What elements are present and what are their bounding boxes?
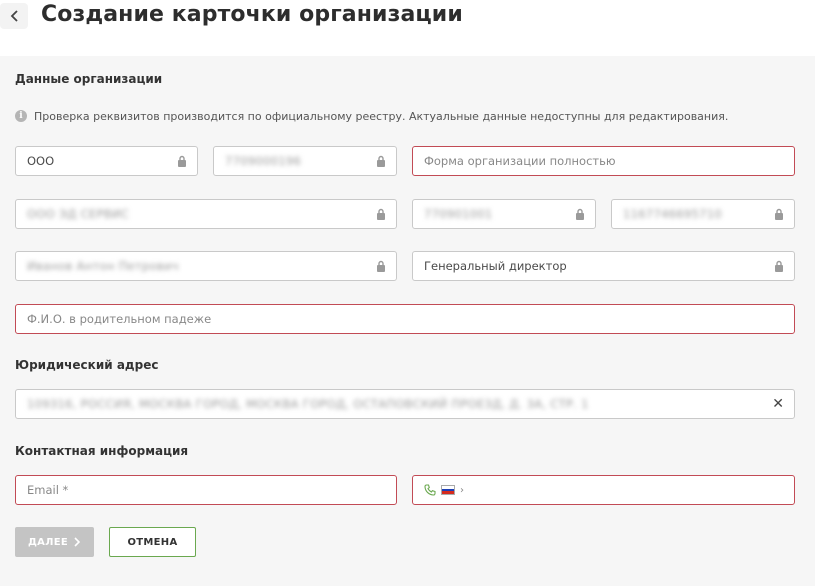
info-icon: i — [15, 110, 27, 122]
director-name-value: Иванов Антон Петрович — [27, 259, 179, 273]
russia-flag-icon — [441, 485, 455, 495]
org-form-full-placeholder: Форма организации полностью — [424, 154, 616, 168]
chevron-right-icon: › — [460, 484, 464, 496]
kpp-value: 770901001 — [424, 207, 493, 221]
director-name-field[interactable]: Иванов Антон Петрович — [15, 251, 397, 281]
lock-icon — [377, 260, 385, 272]
director-position-value: Генеральный директор — [424, 259, 567, 273]
page-title: Создание карточки организации — [41, 2, 463, 27]
legal-address-input[interactable]: 109316, РОССИЯ, МОСКВА ГОРОД, МОСКВА ГОР… — [15, 389, 795, 419]
next-button[interactable]: ДАЛЕЕ — [15, 527, 94, 557]
org-form-short-field[interactable]: ООО — [15, 146, 198, 176]
director-genitive-placeholder: Ф.И.О. в родительном падеже — [27, 312, 212, 326]
lock-icon — [178, 155, 186, 167]
inn-value: 7709000196 — [225, 154, 302, 168]
lock-icon — [775, 208, 783, 220]
section-title-contact: Контактная информация — [15, 444, 189, 458]
lock-icon — [576, 208, 584, 220]
legal-address-value: 109316, РОССИЯ, МОСКВА ГОРОД, МОСКВА ГОР… — [27, 397, 589, 411]
phone-country-selector[interactable]: › — [424, 484, 464, 496]
phone-icon — [424, 484, 436, 496]
lock-icon — [377, 208, 385, 220]
ogrn-field[interactable]: 1167746695710 — [611, 199, 795, 229]
page-header: Создание карточки организации — [0, 0, 815, 56]
org-name-value: ООО ЭД СЕРВИС — [27, 207, 130, 221]
ogrn-value: 1167746695710 — [623, 207, 723, 221]
org-form-short-value: ООО — [27, 154, 55, 168]
info-note: i Проверка реквизитов производится по оф… — [15, 109, 728, 123]
lock-icon — [377, 155, 385, 167]
kpp-field[interactable]: 770901001 — [412, 199, 596, 229]
lock-icon — [775, 260, 783, 272]
director-genitive-input[interactable]: Ф.И.О. в родительном падеже — [15, 304, 795, 334]
org-form-full-input[interactable]: Форма организации полностью — [412, 146, 795, 176]
chevron-right-icon — [74, 537, 81, 547]
close-icon[interactable]: ✕ — [772, 396, 784, 412]
cancel-button[interactable]: ОТМЕНА — [109, 527, 196, 557]
next-button-label: ДАЛЕЕ — [27, 536, 69, 548]
section-title-org: Данные организации — [15, 72, 163, 86]
phone-input[interactable]: › — [412, 475, 795, 505]
info-text: Проверка реквизитов производится по офиц… — [34, 109, 729, 123]
director-position-field[interactable]: Генеральный директор — [412, 251, 795, 281]
section-title-address: Юридический адрес — [15, 358, 159, 372]
chevron-left-icon — [10, 10, 18, 22]
cancel-button-label: ОТМЕНА — [127, 536, 178, 548]
back-button[interactable] — [0, 3, 28, 29]
email-placeholder: Email * — [27, 483, 69, 497]
inn-field[interactable]: 7709000196 — [213, 146, 397, 176]
org-name-field[interactable]: ООО ЭД СЕРВИС — [15, 199, 397, 229]
email-input[interactable]: Email * — [15, 475, 397, 505]
